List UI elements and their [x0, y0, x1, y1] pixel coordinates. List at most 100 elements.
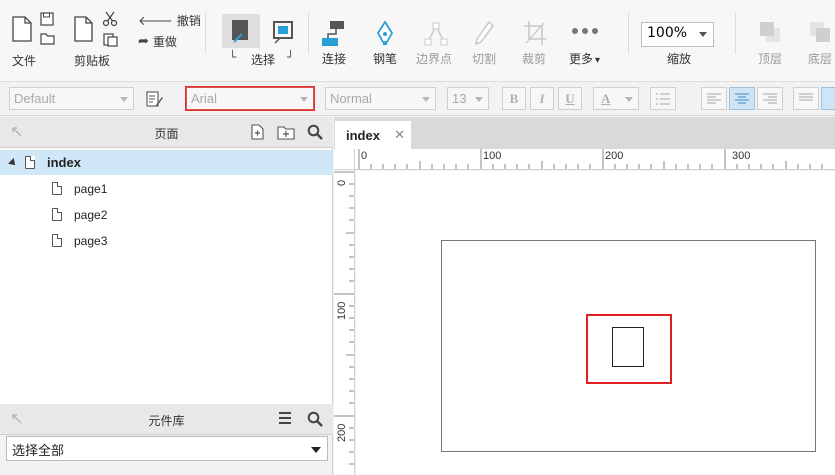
italic-button[interactable]: I	[530, 87, 554, 110]
tab-index[interactable]: index ✕	[335, 121, 411, 149]
ruler-v-label: 0	[336, 179, 348, 186]
vertical-ruler[interactable]: 0 100 200	[334, 170, 355, 475]
select-intersect-button[interactable]	[228, 18, 254, 46]
cut-button[interactable]: 切割	[468, 18, 502, 68]
search-icon[interactable]	[307, 124, 323, 143]
font-weight-dropdown[interactable]: Normal	[325, 87, 436, 110]
cut-label: 切割	[472, 52, 497, 66]
copy-doc-icon	[74, 16, 93, 42]
more-label-text: 更多	[569, 52, 594, 66]
align-right-icon	[763, 93, 777, 104]
clipboard-button[interactable]: 剪贴板	[70, 8, 130, 68]
file-label: 文件	[12, 54, 37, 68]
send-to-back-label: 底层	[808, 52, 833, 66]
document-tabs: index ✕	[334, 117, 835, 149]
toolbar-divider	[628, 12, 629, 54]
page-tree-item-page3[interactable]: page3	[0, 228, 333, 253]
select-contain-button[interactable]	[272, 20, 296, 46]
bullet-list-button[interactable]	[650, 87, 676, 110]
text-color-button[interactable]: A	[593, 87, 639, 110]
pen-label: 钢笔	[373, 52, 398, 66]
valign-top-button[interactable]	[793, 87, 819, 110]
library-select-dropdown[interactable]: 选择全部	[6, 436, 328, 461]
horizontal-ruler[interactable]: 0 100 200 300	[355, 149, 835, 170]
ruler-v-label: 100	[336, 301, 348, 320]
layer-top-icon	[760, 22, 780, 42]
chevron-down-icon	[475, 97, 483, 102]
select-label: 选择	[251, 53, 276, 67]
crop-label: 裁剪	[522, 52, 547, 66]
connector-icon	[322, 21, 344, 46]
chevron-down-icon	[625, 97, 633, 102]
underline-button[interactable]: U	[558, 87, 582, 110]
more-button[interactable]: 更多 ▾	[566, 18, 610, 68]
ruler-h-label: 200	[605, 150, 624, 162]
chevron-down-icon	[422, 97, 430, 102]
add-folder-icon[interactable]	[277, 124, 295, 143]
search-icon[interactable]	[307, 411, 323, 430]
bring-to-front-button[interactable]: 顶层	[750, 18, 790, 68]
redo-button[interactable]: ➦ 重做	[138, 33, 177, 50]
align-center-icon	[735, 93, 749, 104]
page-doc-icon	[52, 234, 62, 247]
close-icon[interactable]: ✕	[394, 127, 405, 143]
page-doc-icon	[52, 208, 62, 221]
style-edit-icon[interactable]	[146, 90, 164, 108]
boundary-points-label: 边界点	[416, 52, 453, 66]
pen-button[interactable]: 钢笔	[370, 18, 404, 68]
chevron-down-icon	[311, 447, 321, 453]
page-tree-item-index[interactable]: index	[0, 150, 333, 175]
font-size-dropdown[interactable]: 13	[447, 87, 489, 110]
page-tree-item-page1[interactable]: page1	[0, 176, 333, 201]
expand-triangle-icon[interactable]	[8, 157, 18, 168]
valign-middle-button[interactable]	[821, 87, 835, 110]
font-weight-value: Normal	[330, 91, 372, 106]
valign-top-icon	[799, 93, 813, 101]
add-page-icon[interactable]	[249, 124, 265, 143]
paste-icon	[103, 33, 118, 47]
page-tree-label: page2	[74, 207, 108, 222]
layer-bottom-icon	[810, 22, 830, 42]
chevron-down-icon	[120, 97, 128, 102]
page-tree-label: page1	[74, 181, 108, 196]
zoom-select[interactable]: 100%	[641, 22, 714, 47]
bring-to-front-label: 顶层	[758, 52, 783, 66]
crop-button[interactable]: 裁剪	[518, 18, 552, 68]
ruler-v-label: 200	[336, 423, 348, 442]
canvas-shape-small-rectangle[interactable]	[612, 327, 644, 367]
page-doc-icon	[52, 182, 62, 195]
chevron-down-icon	[300, 97, 308, 102]
more-caret-icon: ▾	[595, 55, 601, 66]
redo-label: 重做	[152, 35, 177, 49]
align-center-button[interactable]	[729, 87, 755, 110]
align-left-icon	[707, 93, 721, 104]
font-family-value: Arial	[191, 91, 218, 106]
format-bar: Default Arial Normal 13 B I U A	[0, 82, 835, 116]
page-tree-item-page2[interactable]: page2	[0, 202, 333, 227]
select-contain-icon	[273, 21, 293, 44]
font-size-value: 13	[452, 91, 467, 106]
align-right-button[interactable]	[757, 87, 783, 110]
connect-button[interactable]: 连接	[318, 18, 352, 68]
pen-nib-icon	[376, 20, 394, 45]
file-button[interactable]: 文件	[8, 8, 63, 68]
toolbar-divider	[205, 12, 206, 54]
hamburger-menu-icon[interactable]	[278, 411, 292, 428]
bullet-list-icon	[656, 93, 670, 105]
undo-button[interactable]: 🡐 撤销	[138, 12, 201, 29]
boundary-points-button[interactable]: 边界点	[414, 18, 458, 68]
new-file-icon	[12, 16, 32, 42]
ruler-h-label: 0	[361, 150, 368, 162]
align-left-button[interactable]	[701, 87, 727, 110]
page-tree-label: page3	[74, 233, 108, 248]
pages-panel: 页面 index page1 page2 page3	[0, 117, 333, 404]
zoom-value: 100%	[647, 25, 688, 41]
undo-label: 撤销	[176, 14, 201, 28]
bold-button[interactable]: B	[502, 87, 526, 110]
select-intersect-icon	[232, 20, 248, 43]
font-family-dropdown[interactable]: Arial	[185, 86, 315, 111]
style-dropdown[interactable]: Default	[9, 87, 134, 110]
ruler-h-label: 100	[483, 150, 502, 162]
send-to-back-button[interactable]: 底层	[800, 18, 835, 68]
ruler-h-label: 300	[732, 150, 751, 162]
